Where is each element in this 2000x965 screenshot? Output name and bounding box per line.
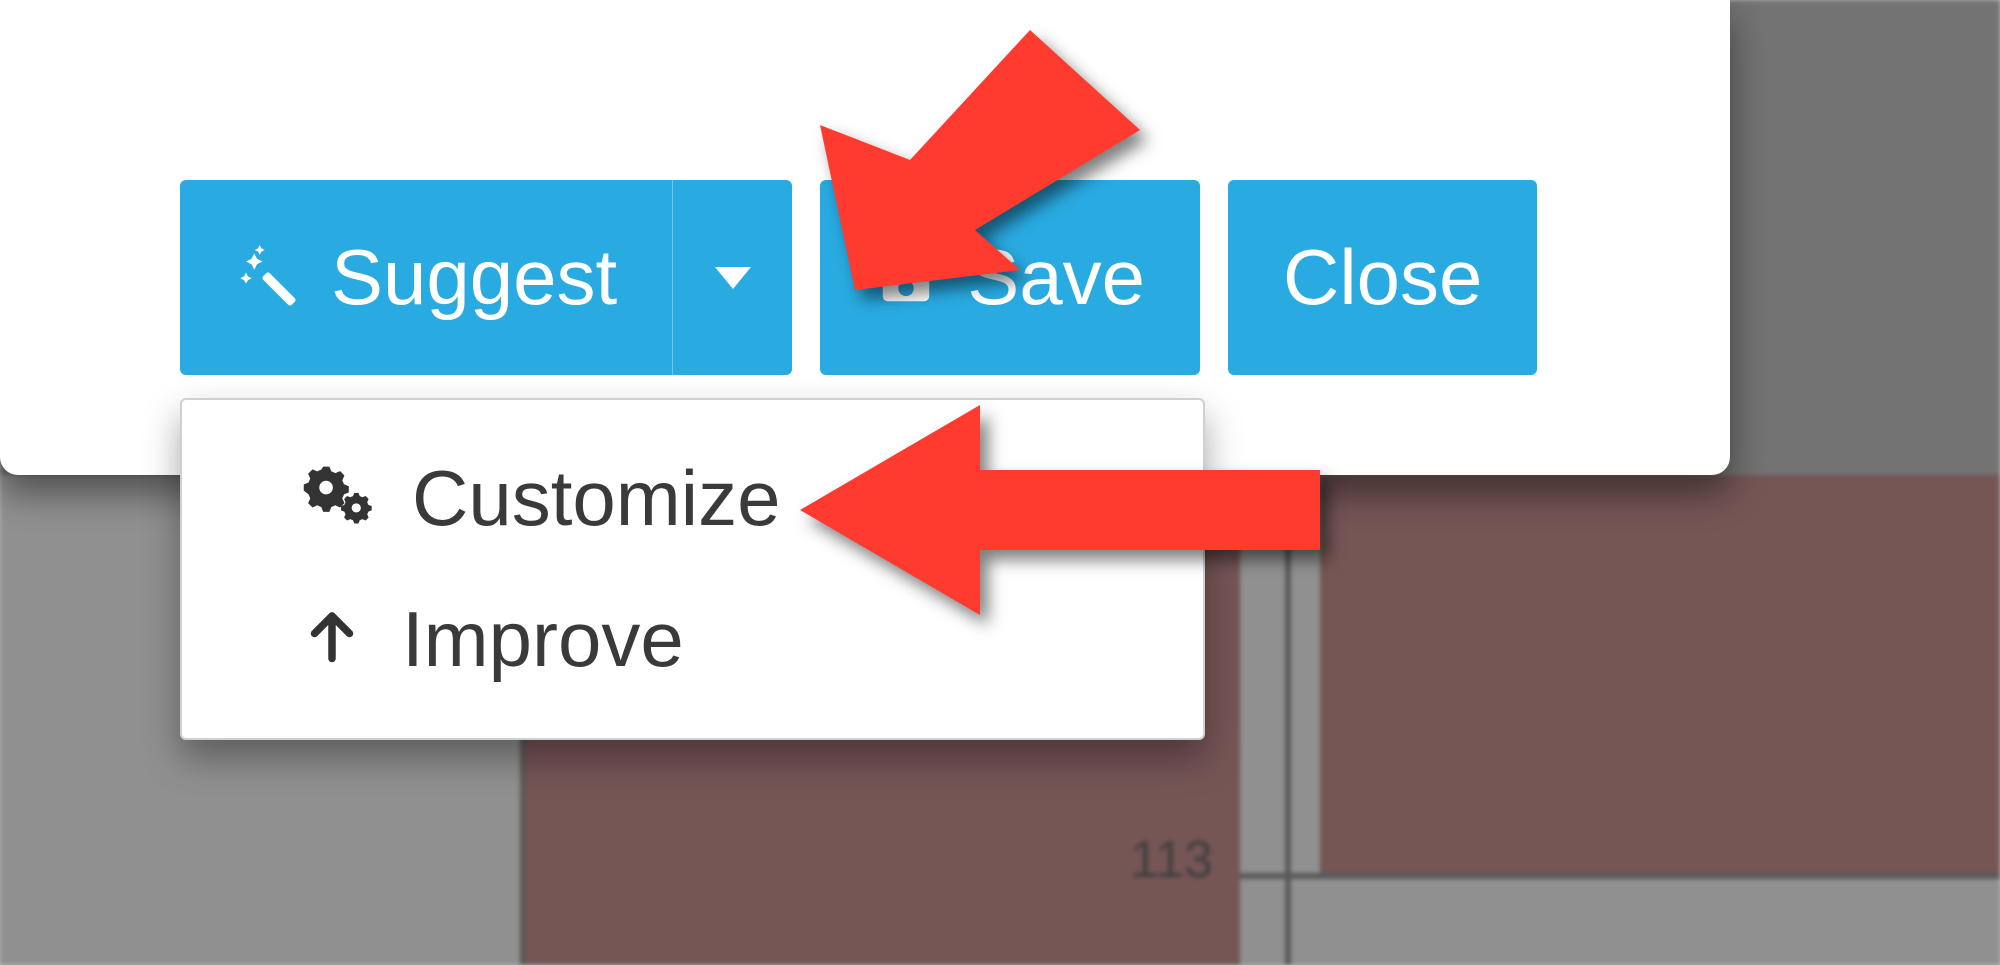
close-button[interactable]: Close [1228,180,1537,375]
magic-wand-icon [235,245,301,311]
suggest-dropdown-toggle[interactable] [672,180,792,375]
suggest-label: Suggest [331,232,617,323]
close-label: Close [1283,232,1482,323]
suggest-button[interactable]: Suggest [180,180,672,375]
caret-down-icon [715,267,751,289]
gears-icon [302,453,372,544]
annotation-arrow-top [820,10,1140,290]
arrow-up-icon [302,594,362,685]
customize-label: Customize [412,453,780,544]
suggest-button-group: Suggest [180,180,792,375]
improve-label: Improve [402,594,684,685]
annotation-arrow-side [800,405,1320,615]
